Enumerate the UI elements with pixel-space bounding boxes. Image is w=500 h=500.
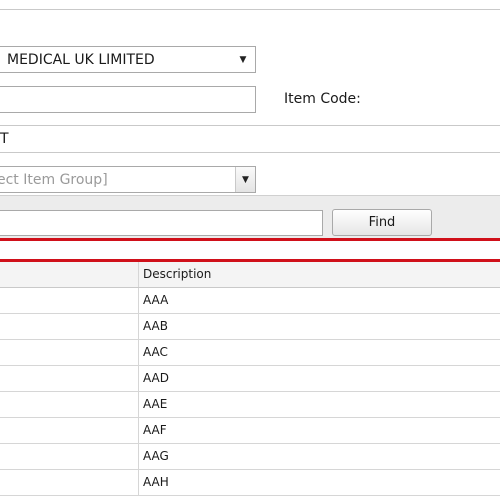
- table-row[interactable]: AAE: [0, 392, 500, 418]
- chevron-down-icon[interactable]: ▼: [235, 167, 255, 192]
- table-row[interactable]: AAG: [0, 444, 500, 470]
- cell-description: AAA: [143, 293, 169, 307]
- cell-code: [0, 340, 139, 365]
- header-cell-code[interactable]: [0, 262, 139, 287]
- table-row[interactable]: AAC: [0, 340, 500, 366]
- top-divider: [0, 9, 500, 10]
- cell-description: AAC: [143, 345, 168, 359]
- cell-code: [0, 392, 139, 417]
- company-dropdown[interactable]: MEDICAL UK LIMITED ▼: [0, 46, 256, 73]
- item-code-label: Item Code:: [284, 91, 361, 107]
- find-button[interactable]: Find: [332, 209, 432, 236]
- chevron-down-icon[interactable]: ▼: [231, 55, 255, 65]
- cell-code: [0, 444, 139, 469]
- cell-description: AAE: [143, 397, 168, 411]
- cell-description: AAF: [143, 423, 167, 437]
- cell-code: [0, 288, 139, 313]
- table-row[interactable]: AAH: [0, 470, 500, 496]
- item-group-placeholder: ect Item Group]: [0, 171, 108, 188]
- cell-code: [0, 366, 139, 391]
- cell-code: [0, 470, 139, 495]
- table-row[interactable]: AAD: [0, 366, 500, 392]
- cell-description: AAB: [143, 319, 168, 333]
- row-divider: [0, 125, 500, 126]
- cell-description: AAD: [143, 371, 169, 385]
- cell-description: AAH: [143, 475, 169, 489]
- cell-code: [0, 314, 139, 339]
- cell-description: AAG: [143, 449, 169, 463]
- results-grid: Description AAA AAB AAC AAD AAE AAF AAG …: [0, 262, 500, 496]
- table-row[interactable]: AAA: [0, 288, 500, 314]
- row-divider-2: [0, 152, 500, 153]
- item-name-input[interactable]: [0, 86, 256, 113]
- header-cell-description[interactable]: Description: [139, 262, 500, 287]
- grid-header-row: Description: [0, 262, 500, 288]
- item-group-dropdown[interactable]: ect Item Group] ▼: [0, 166, 256, 193]
- search-input[interactable]: [0, 210, 323, 236]
- red-marker-top: [0, 238, 500, 241]
- type-value: T: [0, 131, 9, 147]
- cell-code: [0, 418, 139, 443]
- table-row[interactable]: AAF: [0, 418, 500, 444]
- company-value: MEDICAL UK LIMITED: [7, 51, 155, 68]
- table-row[interactable]: AAB: [0, 314, 500, 340]
